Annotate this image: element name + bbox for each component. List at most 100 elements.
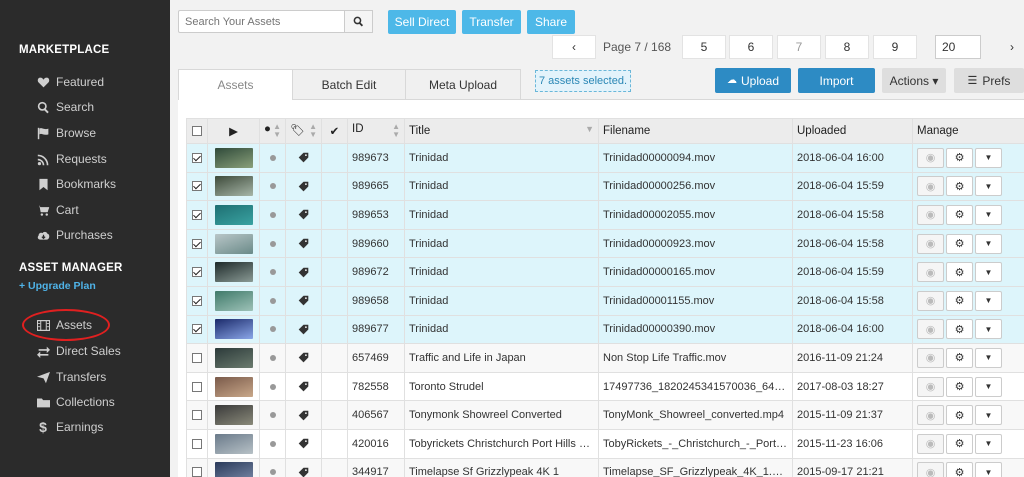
gears-icon[interactable]: ⚙ xyxy=(946,376,973,397)
actions-dropdown[interactable]: Actions ▾ xyxy=(882,68,946,93)
table-row[interactable]: 989660 Trinidad Trinidad00000923.mov 201… xyxy=(186,228,1024,259)
row-menu-dropdown[interactable]: ▼ xyxy=(975,376,1002,397)
sidebar-item-featured[interactable]: Featured xyxy=(36,72,104,92)
prefs-button[interactable]: ☰ Prefs xyxy=(954,68,1024,93)
row-menu-dropdown[interactable]: ▼ xyxy=(975,462,1002,477)
video-thumbnail[interactable] xyxy=(214,290,253,311)
pagination-prev[interactable]: ‹ xyxy=(552,35,596,59)
gears-icon[interactable]: ⚙ xyxy=(946,347,973,368)
gears-icon[interactable]: ⚙ xyxy=(946,433,973,454)
row-select-cell[interactable] xyxy=(186,257,208,287)
preview-eye-icon[interactable]: ◉ xyxy=(917,204,944,225)
preview-eye-icon[interactable]: ◉ xyxy=(917,405,944,426)
row-checkbox[interactable] xyxy=(192,267,202,278)
thumbnail-cell[interactable] xyxy=(207,200,260,230)
row-select-cell[interactable] xyxy=(186,428,208,459)
preview-eye-icon[interactable]: ◉ xyxy=(917,319,944,340)
preview-eye-icon[interactable]: ◉ xyxy=(917,290,944,311)
preview-eye-icon[interactable]: ◉ xyxy=(917,462,944,477)
thumbnail-cell[interactable] xyxy=(207,457,260,477)
video-thumbnail[interactable] xyxy=(214,147,253,168)
transfer-button[interactable]: Transfer xyxy=(462,10,521,34)
row-select-cell[interactable] xyxy=(186,285,208,316)
table-row[interactable]: 989658 Trinidad Trinidad00001155.mov 201… xyxy=(186,285,1024,316)
sidebar-item-cart[interactable]: Cart xyxy=(36,200,79,220)
gears-icon[interactable]: ⚙ xyxy=(946,176,973,197)
sidebar-item-search[interactable]: Search xyxy=(36,97,94,117)
gears-icon[interactable]: ⚙ xyxy=(946,147,973,168)
row-checkbox[interactable] xyxy=(192,410,202,421)
row-checkbox[interactable] xyxy=(192,295,202,306)
preview-eye-icon[interactable]: ◉ xyxy=(917,176,944,197)
tag-column-header[interactable]: 🏷 ▲ ▼ xyxy=(285,118,322,144)
row-checkbox[interactable] xyxy=(192,324,202,335)
row-menu-dropdown[interactable]: ▼ xyxy=(975,147,1002,168)
row-checkbox[interactable] xyxy=(192,238,202,249)
sidebar-item-requests[interactable]: Requests xyxy=(36,149,107,169)
video-thumbnail[interactable] xyxy=(214,462,253,477)
table-row[interactable]: 989677 Trinidad Trinidad00000390.mov 201… xyxy=(186,314,1024,345)
page-button[interactable]: 9 xyxy=(873,35,917,59)
row-select-cell[interactable] xyxy=(186,143,208,173)
video-thumbnail[interactable] xyxy=(214,176,253,197)
thumbnail-cell[interactable] xyxy=(207,343,260,373)
table-row[interactable]: 989653 Trinidad Trinidad00002055.mov 201… xyxy=(186,200,1024,230)
sidebar-item-browse[interactable]: Browse xyxy=(36,123,96,143)
sidebar-item-transfers[interactable]: Transfers xyxy=(36,367,106,387)
gears-icon[interactable]: ⚙ xyxy=(946,319,973,340)
row-select-cell[interactable] xyxy=(186,200,208,230)
video-thumbnail[interactable] xyxy=(214,376,253,397)
preview-eye-icon[interactable]: ◉ xyxy=(917,147,944,168)
gears-icon[interactable]: ⚙ xyxy=(946,204,973,225)
thumbnail-cell[interactable] xyxy=(207,371,260,402)
search-button[interactable] xyxy=(345,10,373,33)
import-button[interactable]: Import xyxy=(798,68,875,93)
thumbnail-cell[interactable] xyxy=(207,143,260,173)
row-select-cell[interactable] xyxy=(186,400,208,430)
row-checkbox[interactable] xyxy=(192,438,202,449)
row-select-cell[interactable] xyxy=(186,371,208,402)
sidebar-item-purchases[interactable]: Purchases xyxy=(36,225,113,245)
page-button[interactable]: 5 xyxy=(682,35,726,59)
video-thumbnail[interactable] xyxy=(214,262,253,283)
share-button[interactable]: Share xyxy=(527,10,575,34)
row-menu-dropdown[interactable]: ▼ xyxy=(975,176,1002,197)
pagination-next[interactable]: › xyxy=(1000,35,1024,59)
table-row[interactable]: 782558 Toronto Strudel 17497736_18202453… xyxy=(186,371,1024,402)
select-all-checkbox[interactable] xyxy=(192,125,202,136)
sidebar-item-bookmarks[interactable]: Bookmarks xyxy=(36,174,116,194)
select-all-header[interactable] xyxy=(186,118,208,144)
upgrade-plan-link[interactable]: + Upgrade Plan xyxy=(19,280,96,292)
tab-batch-edit[interactable]: Batch Edit xyxy=(292,69,406,99)
table-row[interactable]: 420016 Tobyrickets Christchurch Port Hil… xyxy=(186,428,1024,459)
preview-eye-icon[interactable]: ◉ xyxy=(917,233,944,254)
title-column-header[interactable]: Title ▼ xyxy=(404,118,599,144)
row-menu-dropdown[interactable]: ▼ xyxy=(975,233,1002,254)
row-menu-dropdown[interactable]: ▼ xyxy=(975,262,1002,283)
page-button[interactable]: 8 xyxy=(825,35,869,59)
video-thumbnail[interactable] xyxy=(214,433,253,454)
thumbnail-cell[interactable] xyxy=(207,428,260,459)
thumbnail-cell[interactable] xyxy=(207,400,260,430)
row-select-cell[interactable] xyxy=(186,314,208,345)
thumbnail-cell[interactable] xyxy=(207,314,260,345)
thumbnail-cell[interactable] xyxy=(207,285,260,316)
filename-column-header[interactable]: Filename xyxy=(598,118,793,144)
tab-assets[interactable]: Assets xyxy=(178,69,293,100)
row-select-cell[interactable] xyxy=(186,228,208,259)
sell-direct-button[interactable]: Sell Direct xyxy=(388,10,456,34)
table-row[interactable]: 989665 Trinidad Trinidad00000256.mov 201… xyxy=(186,171,1024,202)
page-button-current[interactable]: 7 xyxy=(777,35,821,59)
table-row[interactable]: 657469 Traffic and Life in Japan Non Sto… xyxy=(186,343,1024,373)
uploaded-column-header[interactable]: Uploaded xyxy=(792,118,913,144)
sidebar-item-direct-sales[interactable]: Direct Sales xyxy=(36,341,121,361)
video-thumbnail[interactable] xyxy=(214,405,253,426)
row-menu-dropdown[interactable]: ▼ xyxy=(975,319,1002,340)
table-row[interactable]: 989673 Trinidad Trinidad00000094.mov 201… xyxy=(186,143,1024,173)
sidebar-item-earnings[interactable]: $ Earnings xyxy=(36,417,103,437)
row-menu-dropdown[interactable]: ▼ xyxy=(975,405,1002,426)
row-checkbox[interactable] xyxy=(192,381,202,392)
video-thumbnail[interactable] xyxy=(214,204,253,225)
gears-icon[interactable]: ⚙ xyxy=(946,233,973,254)
status-column-header[interactable]: ● ▲ ▼ xyxy=(259,118,286,144)
